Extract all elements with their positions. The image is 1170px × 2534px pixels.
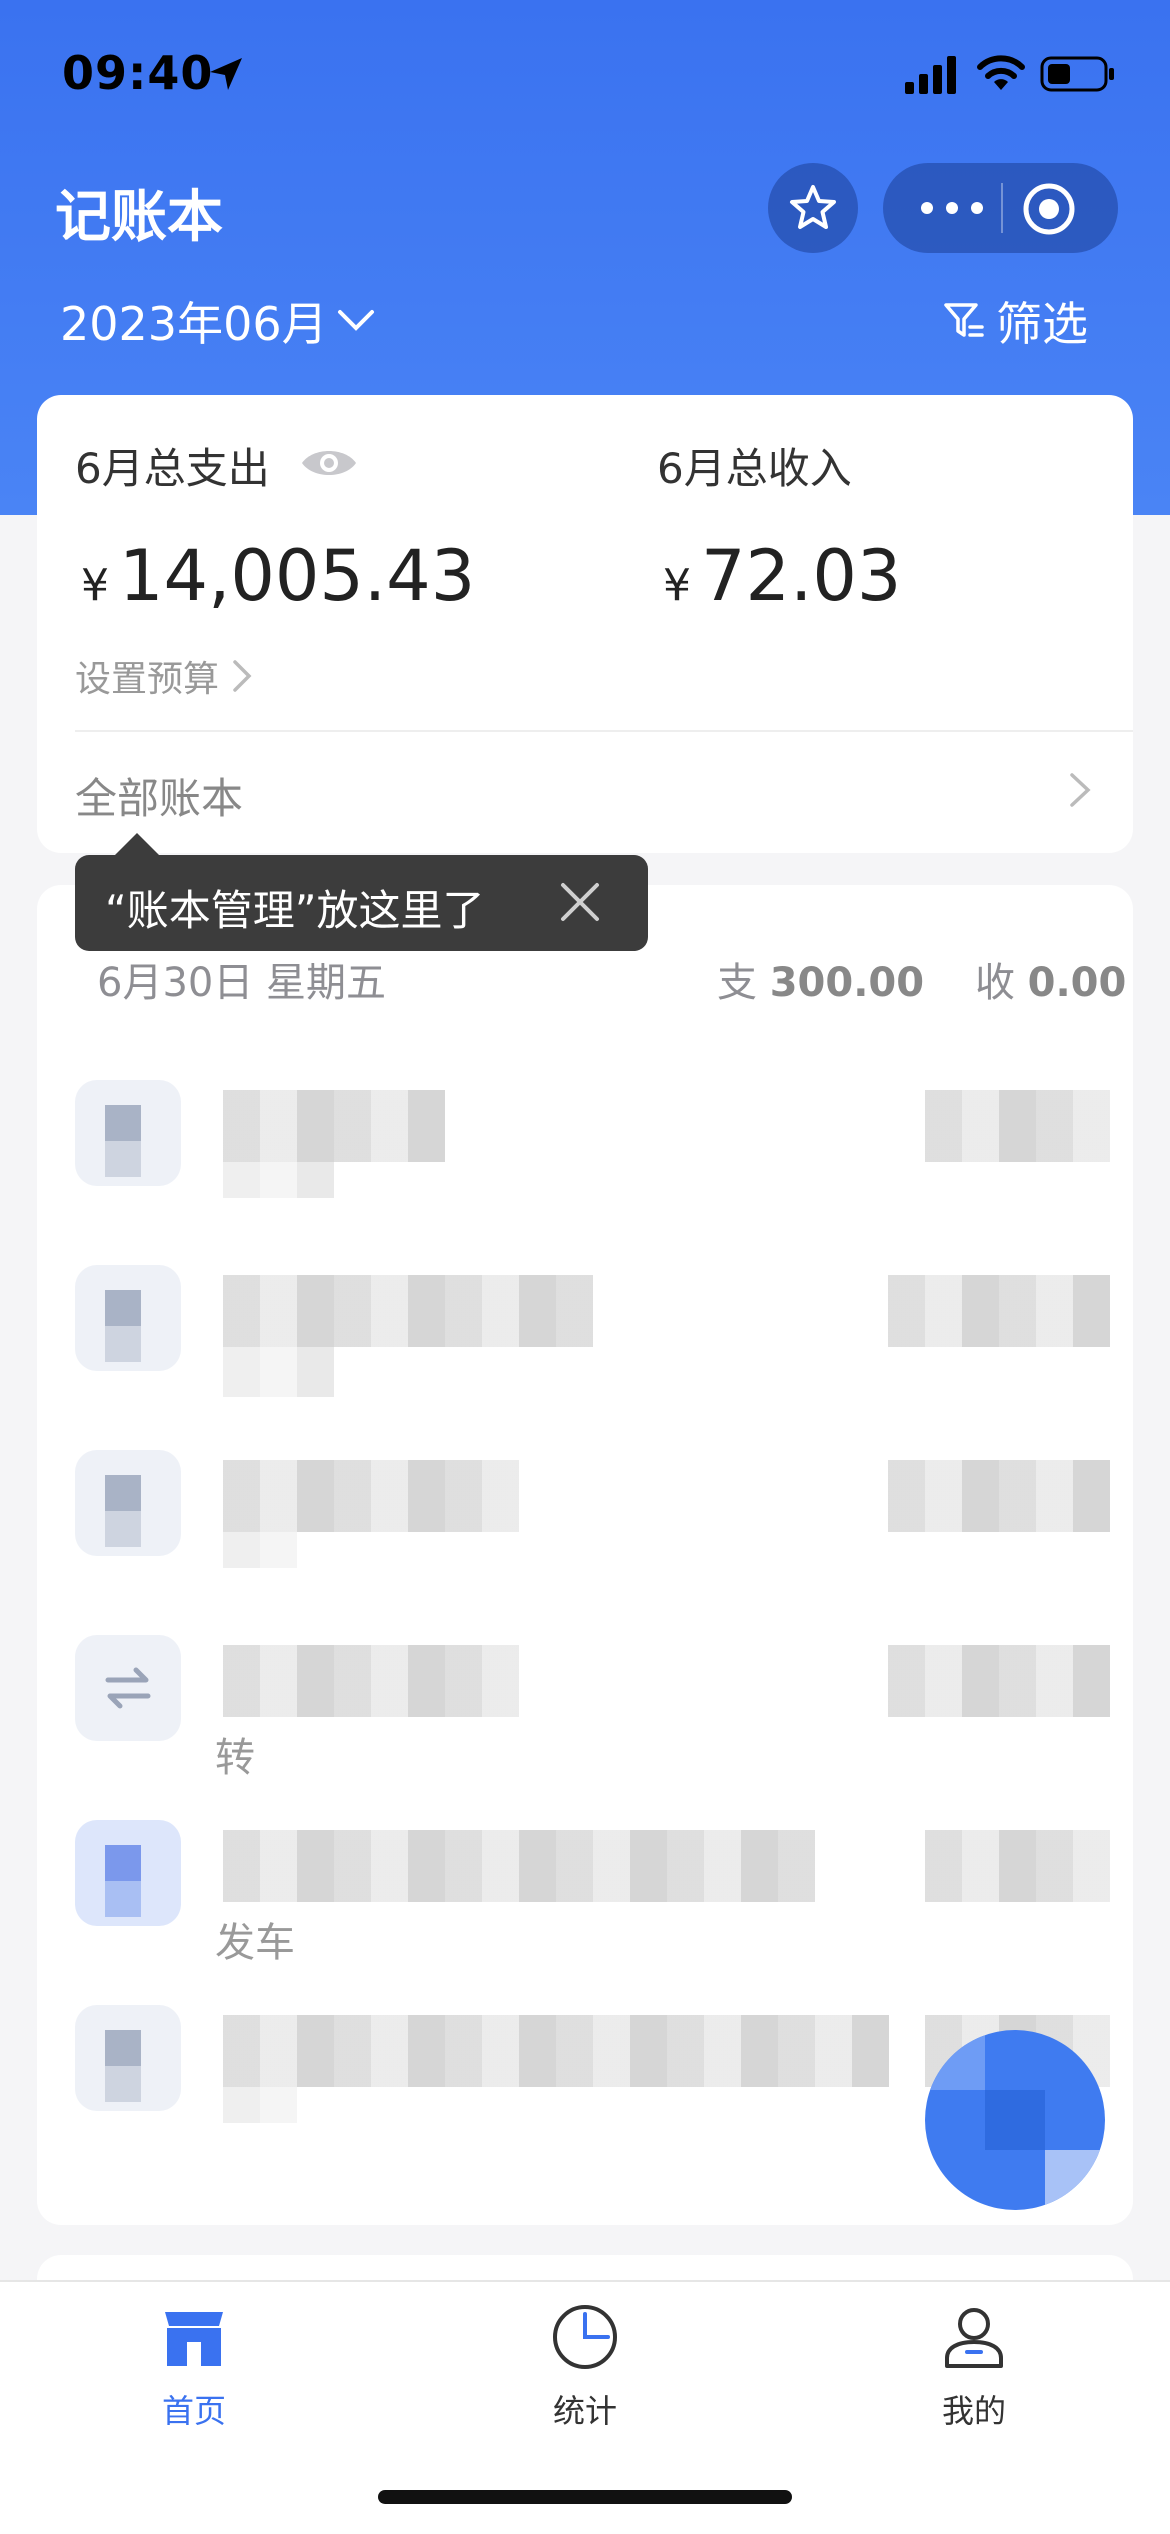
redacted-amount [925,1090,1110,1162]
miniprogram-capsule [883,163,1118,253]
currency-symbol: ¥ [81,560,109,611]
transaction-subtitle: 发车 [215,1920,295,1966]
redacted-subtitle [223,1162,334,1198]
tooltip-text: “账本管理”放这里了 [105,886,485,935]
tab-stats[interactable]: 统计 [485,2302,685,2432]
tab-mine-label: 我的 [941,2392,1006,2430]
redacted-amount [925,1830,1110,1902]
stats-icon [553,2305,617,2369]
tab-home-label: 首页 [161,2392,226,2430]
redacted-title [223,1830,815,1902]
eye-icon[interactable] [299,445,359,481]
redacted-subtitle [223,1532,297,1568]
summary-card: 6月总支出 6月总收入 ¥ 14,005.43 ¥ 72.03 设置预算 全部账… [37,395,1133,853]
status-bar: 09:40 [0,0,1170,150]
category-icon [75,1820,181,1926]
add-record-button[interactable] [925,2030,1105,2210]
book-management-tooltip: “账本管理”放这里了 [75,833,648,951]
app-title: 记账本 [55,185,223,250]
redacted-subtitle [223,1347,334,1397]
day-income-total: 0.00 [1027,960,1127,1006]
transaction-row[interactable]: 发车 [37,1800,1133,1970]
transaction-row[interactable]: 转 [37,1615,1133,1785]
tab-stats-label: 统计 [552,2392,617,2430]
chevron-right-icon[interactable] [1067,770,1093,810]
redacted-title [223,1460,519,1532]
status-time: 09:40 [62,46,214,100]
transaction-subtitle: 转 [215,1735,255,1781]
location-arrow-icon [210,58,242,90]
all-books-link[interactable]: 全部账本 [75,765,243,826]
income-label: 6月总收入 [657,444,852,493]
favorite-button[interactable] [768,163,858,253]
home-icon [165,2312,223,2366]
transfer-icon [105,1667,151,1709]
expense-label: 6月总支出 [75,444,270,493]
income-amount: ¥ 72.03 [663,535,901,617]
cellular-signal-icon [905,56,956,94]
day-group-date: 6月30日 星期五 [97,960,387,1006]
category-icon [75,1450,181,1556]
battery-icon [1040,56,1114,92]
day-group-totals: 支 300.00 收 0.00 [717,950,1126,1008]
star-icon [790,185,836,229]
category-icon [75,2005,181,2111]
transaction-row[interactable] [37,1245,1133,1415]
expense-amount: ¥ 14,005.43 [81,535,475,617]
income-prefix: 收 [974,960,1015,1006]
category-icon [75,1265,181,1371]
target-icon[interactable] [1021,181,1077,237]
expense-value: 14,005.43 [119,535,476,617]
filter-button[interactable]: 筛选 [942,288,1088,354]
redacted-title [223,2015,889,2087]
profile-icon [945,2308,1003,2368]
redacted-title [223,1275,593,1347]
card-divider [75,730,1133,732]
budget-label: 设置预算 [75,659,220,700]
income-value: 72.03 [701,535,902,617]
home-indicator [378,2490,792,2504]
more-icon[interactable] [917,188,987,228]
wifi-icon [977,55,1025,90]
redacted-amount [888,1460,1110,1532]
day-expense-total: 300.00 [769,960,925,1006]
transaction-row[interactable] [37,1430,1133,1600]
transaction-row[interactable] [37,1060,1133,1230]
tab-home[interactable]: 首页 [94,2302,294,2432]
redacted-title [223,1090,445,1162]
transfer-category-icon [75,1635,181,1741]
redacted-amount [888,1645,1110,1717]
set-budget-link[interactable]: 设置预算 [75,650,253,702]
tab-mine[interactable]: 我的 [874,2302,1074,2432]
redacted-amount [888,1275,1110,1347]
redacted-subtitle [223,2087,297,2123]
month-label: 2023年06月 [60,297,328,351]
chevron-down-icon [337,310,374,331]
filter-label: 筛选 [996,297,1088,351]
transaction-list-card: 6月30日 星期五 支 300.00 收 0.00 转 发车 [37,885,1133,2225]
close-icon[interactable] [555,877,605,927]
category-icon [75,1080,181,1186]
capsule-divider [1001,183,1003,233]
currency-symbol: ¥ [663,560,691,611]
filter-icon [944,303,984,337]
expense-prefix: 支 [717,960,757,1006]
redacted-title [223,1645,519,1717]
month-picker[interactable]: 2023年06月 [60,288,376,354]
chevron-right-icon [233,660,252,692]
